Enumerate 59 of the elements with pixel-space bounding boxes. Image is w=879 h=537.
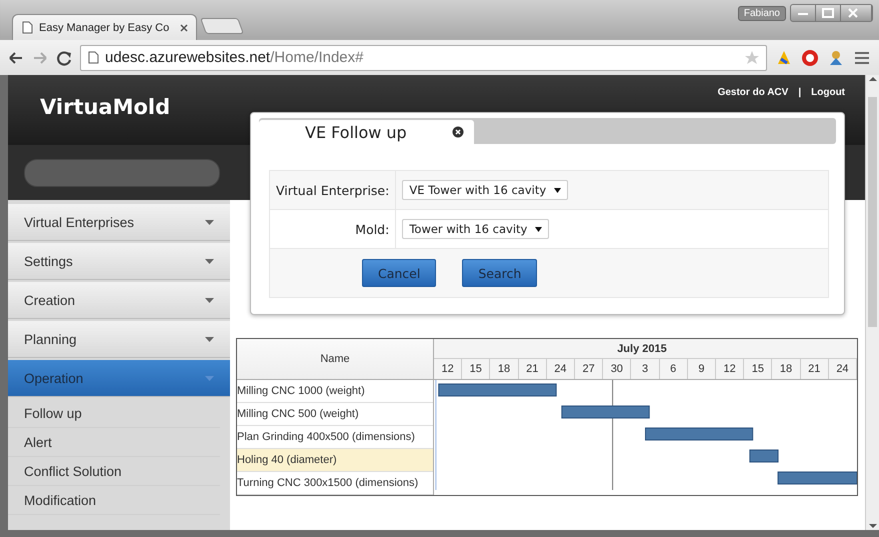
menu-item[interactable]: Planning [8, 321, 230, 358]
close-icon[interactable] [180, 24, 188, 32]
field-label: Virtual Enterprise: [276, 182, 390, 198]
day-header: 18 [490, 359, 519, 379]
field-label: Mold: [355, 222, 390, 236]
day-header: 12 [434, 359, 462, 379]
app-logo: VirtuaMold [40, 95, 170, 121]
task-name[interactable]: Holing 40 (diameter) [237, 449, 433, 472]
day-header: 18 [772, 359, 801, 379]
submenu-item[interactable]: Conflict Solution [8, 457, 220, 486]
day-header: 6 [660, 359, 688, 379]
caret-icon [205, 376, 214, 380]
user-link[interactable]: Gestor do ACV [718, 87, 788, 101]
scrollbar-thumb[interactable] [868, 97, 877, 327]
page-icon [87, 51, 99, 64]
browser-tab[interactable]: Easy Manager by Easy Co [12, 14, 197, 40]
day-header: 9 [688, 359, 716, 379]
address-bar[interactable]: udesc.azurewebsites.net/Home/Index# [80, 44, 767, 70]
extension-icon[interactable] [827, 48, 845, 66]
day-header: 3 [631, 359, 660, 379]
day-header: 15 [744, 359, 772, 379]
caret-icon [205, 258, 214, 264]
star-icon[interactable] [744, 50, 760, 66]
dialog-tab[interactable]: VE Follow up [259, 120, 474, 144]
caret-icon [554, 188, 562, 192]
dropdown[interactable]: VE Tower with 16 cavity [402, 180, 568, 200]
menu-item[interactable]: Virtual Enterprises [8, 204, 230, 241]
month-header: July 2015 [617, 342, 667, 354]
extension-icon[interactable] [801, 48, 819, 66]
day-header: 24 [546, 359, 576, 379]
logout-link[interactable]: Logout [811, 87, 846, 101]
caret-icon [535, 226, 542, 232]
submenu-item[interactable]: Modification [8, 486, 220, 515]
back-icon[interactable] [8, 50, 24, 66]
day-header: 21 [518, 359, 547, 379]
caret-icon [205, 298, 214, 302]
menu-item[interactable]: Settings [8, 243, 230, 280]
caret-icon [205, 220, 214, 224]
new-tab-button[interactable] [200, 18, 244, 34]
extension-icon[interactable] [775, 48, 793, 66]
separator: | [798, 87, 802, 100]
scroll-down-icon[interactable] [868, 522, 878, 530]
day-header: 30 [603, 359, 632, 379]
submenu-item[interactable]: Alert [8, 428, 220, 457]
day-header: 21 [800, 359, 829, 379]
day-header: 24 [828, 359, 857, 379]
caret-icon [205, 336, 214, 342]
task-bar[interactable] [749, 450, 779, 462]
day-header: 15 [462, 359, 490, 379]
day-header: 12 [716, 359, 744, 379]
search-field[interactable] [24, 158, 220, 186]
dropdown[interactable]: Tower with 16 cavity [402, 219, 550, 239]
column-header: Name [237, 339, 433, 380]
day-header: 27 [575, 359, 604, 379]
page-icon [21, 21, 33, 34]
submenu-item[interactable]: Follow up [8, 399, 220, 428]
close-icon[interactable] [452, 126, 464, 138]
reload-icon[interactable] [56, 50, 72, 66]
menu-item[interactable]: Creation [8, 282, 230, 319]
